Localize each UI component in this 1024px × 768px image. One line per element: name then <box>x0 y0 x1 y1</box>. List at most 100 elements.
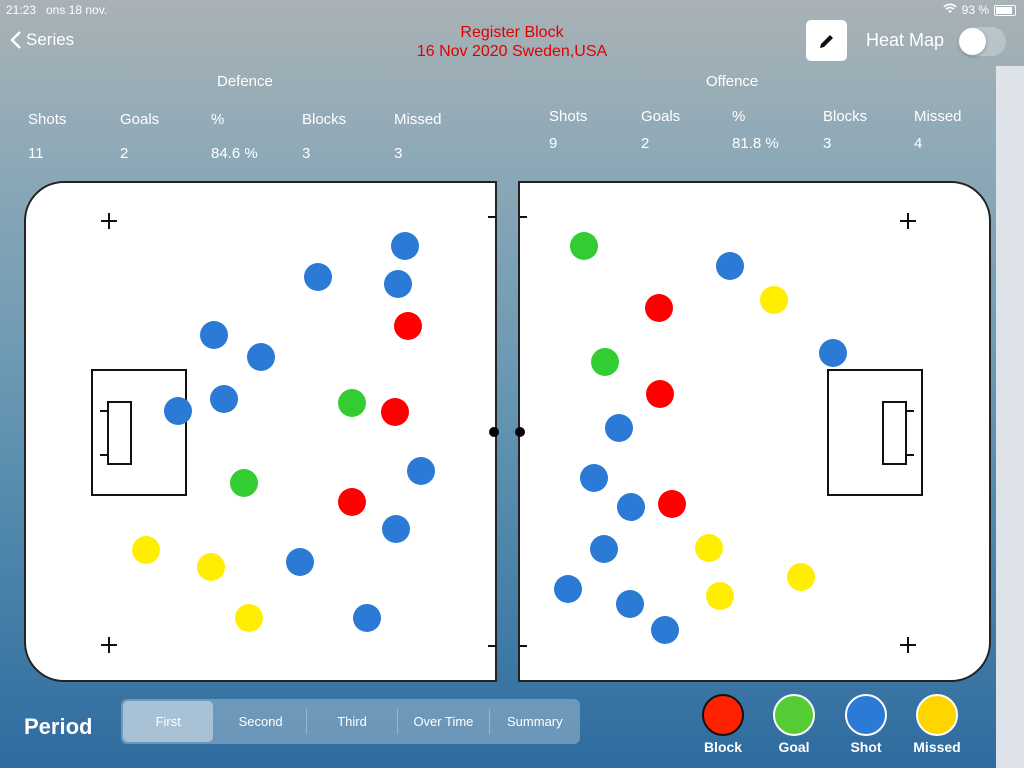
offence-value: 3 <box>823 135 832 152</box>
back-label: Series <box>26 30 75 49</box>
missed-color-swatch <box>916 694 958 736</box>
back-button[interactable]: Series <box>10 30 74 50</box>
defence-header: Shots <box>28 111 67 128</box>
shot-marker[interactable] <box>391 232 419 260</box>
period-label: Period <box>24 714 93 739</box>
shot-marker[interactable] <box>819 339 847 367</box>
center-spot <box>515 427 525 437</box>
shot-marker[interactable] <box>286 548 314 576</box>
goal-selector[interactable]: Goal <box>754 694 834 755</box>
shot-selector[interactable]: Shot <box>826 694 906 755</box>
shot-marker[interactable] <box>210 385 238 413</box>
missed-marker[interactable] <box>787 563 815 591</box>
status-date: ons 18 nov. <box>46 3 108 17</box>
block-label: Block <box>703 739 743 755</box>
tab-first[interactable]: First <box>123 701 214 742</box>
center-spot <box>489 427 499 437</box>
shot-marker[interactable] <box>200 321 228 349</box>
missed-marker[interactable] <box>760 286 788 314</box>
shot-marker[interactable] <box>590 535 618 563</box>
block-selector[interactable]: Block <box>683 694 763 755</box>
offence-value: 81.8 % <box>732 135 779 152</box>
block-marker[interactable] <box>658 490 686 518</box>
battery-icon <box>994 4 1016 16</box>
block-marker[interactable] <box>394 312 422 340</box>
status-right: 93 % <box>942 3 1016 17</box>
defence-rink[interactable] <box>24 181 497 682</box>
goal-marker[interactable] <box>570 232 598 260</box>
shot-marker[interactable] <box>580 464 608 492</box>
pencil-icon <box>819 34 833 48</box>
tab-second[interactable]: Second <box>215 699 305 744</box>
goal-marker[interactable] <box>591 348 619 376</box>
block-marker[interactable] <box>646 380 674 408</box>
page-title: Register Block 16 Nov 2020 Sweden,USA <box>312 23 712 61</box>
goal-marker[interactable] <box>230 469 258 497</box>
offence-header: Shots <box>549 108 588 125</box>
tab-summary[interactable]: Summary <box>490 699 580 744</box>
missed-selector[interactable]: Missed <box>897 694 977 755</box>
shot-marker[interactable] <box>353 604 381 632</box>
wifi-icon <box>942 3 957 17</box>
shot-marker[interactable] <box>407 457 435 485</box>
defence-header: Goals <box>120 111 160 128</box>
missed-marker[interactable] <box>132 536 160 564</box>
missed-label: Missed <box>913 739 961 755</box>
missed-marker[interactable] <box>235 604 263 632</box>
defence-value: 3 <box>302 145 311 162</box>
block-color-swatch <box>702 694 744 736</box>
toggle-knob <box>959 28 986 55</box>
heatmap-toggle[interactable] <box>958 27 1006 56</box>
battery-percent: 93 % <box>961 3 989 17</box>
shot-marker[interactable] <box>554 575 582 603</box>
shot-label: Shot <box>850 739 882 755</box>
shot-marker[interactable] <box>617 493 645 521</box>
tab-third[interactable]: Third <box>307 699 397 744</box>
tab-over-time[interactable]: Over Time <box>398 699 488 744</box>
shot-marker[interactable] <box>651 616 679 644</box>
shot-marker[interactable] <box>382 515 410 543</box>
period-segmented-control: First Second Third Over Time Summary <box>121 699 580 744</box>
rink-markings <box>91 213 496 653</box>
page-title-line1: Register Block <box>460 24 564 41</box>
offence-title: Offence <box>706 73 759 90</box>
missed-marker[interactable] <box>706 582 734 610</box>
shot-marker[interactable] <box>304 263 332 291</box>
shot-marker[interactable] <box>247 343 275 371</box>
block-marker[interactable] <box>338 488 366 516</box>
side-panel-edge <box>996 66 1024 768</box>
offence-header: % <box>732 108 746 125</box>
goal-marker[interactable] <box>338 389 366 417</box>
chevron-left-icon <box>10 31 21 49</box>
block-marker[interactable] <box>645 294 673 322</box>
heatmap-label: Heat Map <box>866 30 945 50</box>
defence-header: Blocks <box>302 111 347 128</box>
offence-value: 4 <box>914 135 923 152</box>
defence-value: 84.6 % <box>211 145 258 162</box>
offence-header: Goals <box>641 108 681 125</box>
shot-marker[interactable] <box>616 590 644 618</box>
defence-value: 2 <box>120 145 129 162</box>
status-time: 21:23 <box>6 3 37 17</box>
edit-button[interactable] <box>806 20 847 61</box>
goal-color-swatch <box>773 694 815 736</box>
shot-marker[interactable] <box>384 270 412 298</box>
offence-value: 9 <box>549 135 558 152</box>
defence-title: Defence <box>217 73 273 90</box>
missed-marker[interactable] <box>197 553 225 581</box>
shot-marker[interactable] <box>605 414 633 442</box>
page-title-line2: 16 Nov 2020 Sweden,USA <box>416 43 608 60</box>
offence-header: Blocks <box>823 108 868 125</box>
defence-header: Missed <box>394 111 442 128</box>
shot-color-swatch <box>845 694 887 736</box>
defence-value: 11 <box>28 145 44 162</box>
shot-marker[interactable] <box>716 252 744 280</box>
missed-marker[interactable] <box>695 534 723 562</box>
goal-label: Goal <box>778 739 810 755</box>
offence-header: Missed <box>914 108 962 125</box>
shot-marker[interactable] <box>164 397 192 425</box>
block-marker[interactable] <box>381 398 409 426</box>
status-bar: 21:23 ons 18 nov. 93 % <box>0 0 1024 20</box>
defence-header: % <box>211 111 225 128</box>
defence-value: 3 <box>394 145 403 162</box>
